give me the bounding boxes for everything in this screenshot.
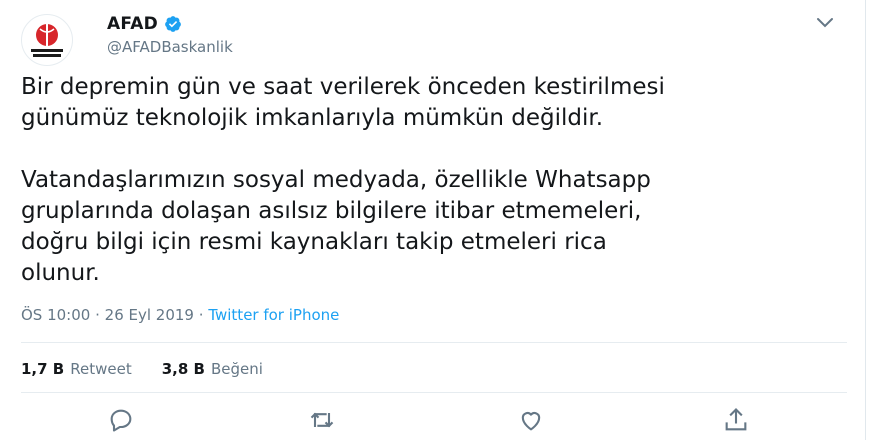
share-icon[interactable] [722,406,750,434]
account-name-row: AFAD [107,14,182,34]
retweets-count: 1,7 B [21,360,65,378]
likes-label: Beğeni [210,360,263,378]
tweet-line: Bir depremin gün ve saat verilerek önced… [21,74,665,100]
tweet-line: doğru bilgi için resmi kaynakları takip … [21,229,607,255]
tweet-line: gruplarında dolaşan asılsız bilgilere it… [21,198,642,224]
reply-icon[interactable] [107,406,135,434]
heart-icon[interactable] [517,406,545,434]
avatar[interactable] [21,14,73,66]
tweet-text: Bir depremin gün ve saat verilerek önced… [21,72,851,289]
user-handle[interactable]: @AFADBaskanlik [107,38,233,56]
tweet-line: günümüz teknolojik imkanlarıyla mümkün d… [21,105,604,131]
tweet-meta: ÖS 10:00 · 26 Eyl 2019 · Twitter for iPh… [21,306,339,324]
divider [21,342,847,343]
tweet-source-link[interactable]: Twitter for iPhone [208,306,339,324]
retweets-label: Retweet [70,360,132,378]
display-name[interactable]: AFAD [107,14,158,34]
afad-logo-icon [31,24,63,57]
tweet-date[interactable]: 26 Eyl 2019 [105,306,194,324]
tweet-actions [3,404,865,434]
chevron-down-icon[interactable] [815,16,835,30]
retweet-icon[interactable] [308,406,336,434]
meta-separator: · [95,306,105,324]
tweet-stats: 1,7 B Retweet 3,8 B Beğeni [21,360,293,378]
retweets-stat[interactable]: 1,7 B Retweet [21,360,132,378]
divider [21,392,847,393]
verified-badge-icon [165,16,181,32]
tweet-card: AFAD @AFADBaskanlik Bir depremin gün ve … [3,0,866,440]
likes-count: 3,8 B [161,360,205,378]
tweet-line: Vatandaşlarımızın sosyal medyada, özelli… [21,167,651,193]
tweet-time[interactable]: ÖS 10:00 [21,306,90,324]
likes-stat[interactable]: 3,8 B Beğeni [162,360,263,378]
meta-separator: · [198,306,209,324]
tweet-line: olunur. [21,260,100,286]
